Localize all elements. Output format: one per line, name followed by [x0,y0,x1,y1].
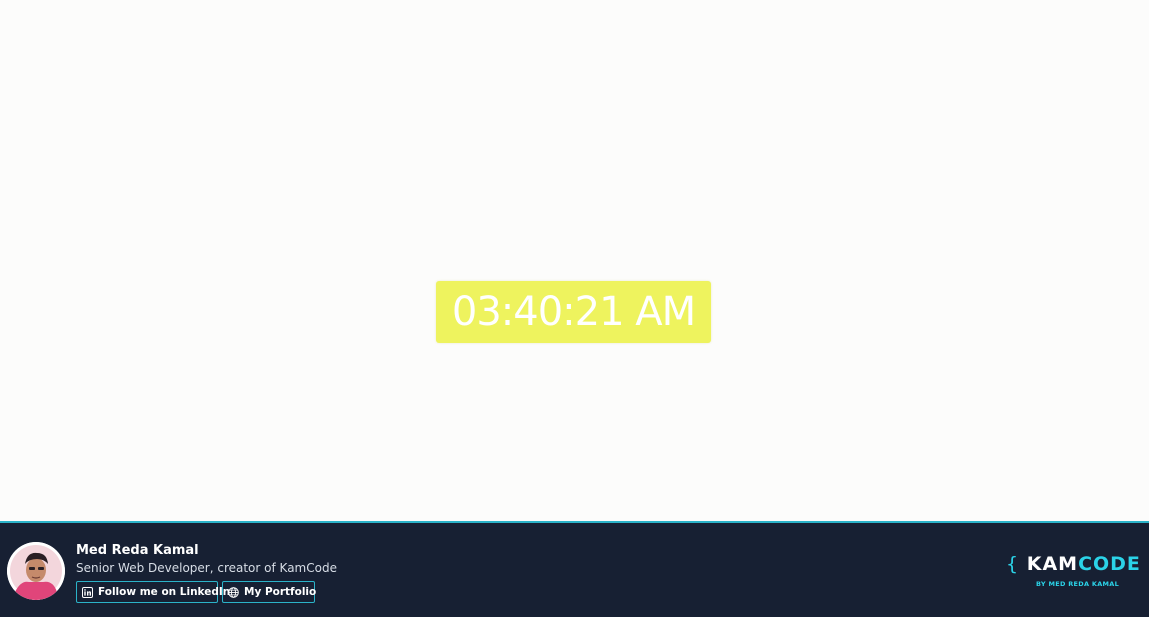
author-role: Senior Web Developer, creator of KamCode [76,561,337,575]
logo-kam-text: KAM [1026,553,1079,575]
globe-icon [228,586,239,598]
kamcode-logo[interactable]: { KAMCODE } BY MED REDA KAMAL [1006,553,1149,591]
digital-clock: 03:40:21 AM [436,281,711,343]
linkedin-icon [82,586,93,598]
portfolio-button-label: My Portfolio [244,586,317,598]
kamcode-logo-wordmark: { KAMCODE } [1006,553,1149,575]
author-avatar [7,542,65,600]
linkedin-button[interactable]: Follow me on LinkedIn [76,581,230,603]
author-name: Med Reda Kamal [76,543,199,558]
main-canvas: 03:40:21 AM [0,0,1149,521]
logo-open-brace: { [1006,553,1020,575]
author-footer: Med Reda Kamal Senior Web Developer, cre… [0,521,1149,617]
logo-tagline: BY MED REDA KAMAL [1036,580,1120,588]
logo-code-text: CODE [1078,553,1141,575]
linkedin-button-label: Follow me on LinkedIn [98,586,231,598]
portfolio-button[interactable]: My Portfolio [222,581,317,603]
